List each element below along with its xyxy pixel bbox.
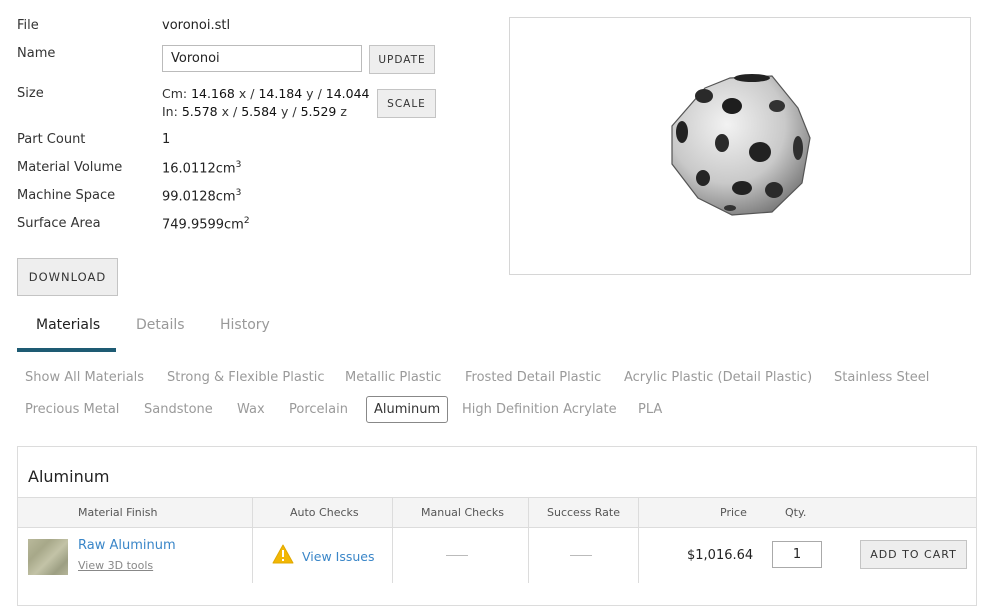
scale-button[interactable]: SCALE	[377, 89, 436, 118]
quantity-input[interactable]	[772, 541, 822, 568]
model-preview[interactable]	[509, 17, 971, 275]
column-divider	[638, 497, 639, 583]
col-qty: Qty.	[785, 506, 807, 519]
raw-aluminum-link[interactable]: Raw Aluminum	[78, 538, 176, 553]
voronoi-model-icon	[671, 74, 811, 216]
manual-checks-dash	[446, 555, 468, 556]
filter-strong-flexible-plastic[interactable]: Strong & Flexible Plastic	[167, 370, 324, 385]
view-3d-tools-link[interactable]: View 3D tools	[78, 559, 153, 572]
tab-details[interactable]: Details	[136, 317, 185, 333]
name-input[interactable]	[162, 45, 362, 72]
filter-precious-metal[interactable]: Precious Metal	[25, 402, 119, 417]
filter-porcelain[interactable]: Porcelain	[289, 402, 348, 417]
size-cm: Cm: 14.168 x / 14.184 y / 14.044	[162, 86, 370, 101]
filter-stainless-steel[interactable]: Stainless Steel	[834, 370, 929, 385]
filter-wax[interactable]: Wax	[237, 402, 265, 417]
surface-area-label: Surface Area	[17, 216, 101, 231]
file-label: File	[17, 18, 39, 33]
tab-history[interactable]: History	[220, 317, 270, 333]
part-count-value: 1	[162, 132, 171, 147]
success-rate-dash	[570, 555, 592, 556]
column-divider	[392, 497, 393, 583]
material-volume-value: 16.0112cm3	[162, 160, 242, 177]
download-button[interactable]: DOWNLOAD	[17, 258, 118, 296]
view-issues-link[interactable]: View Issues	[302, 549, 374, 564]
part-count-label: Part Count	[17, 132, 86, 147]
tab-materials[interactable]: Materials	[36, 317, 100, 333]
panel-title: Aluminum	[28, 467, 110, 486]
col-success-rate: Success Rate	[547, 506, 620, 519]
warning-icon	[272, 544, 294, 564]
col-manual-checks: Manual Checks	[421, 506, 505, 519]
filter-show-all[interactable]: Show All Materials	[25, 370, 144, 385]
material-panel: Aluminum Material Finish Auto Checks Man…	[17, 446, 977, 606]
col-auto-checks: Auto Checks	[290, 506, 359, 519]
filter-aluminum[interactable]: Aluminum	[366, 396, 449, 423]
filter-metallic-plastic[interactable]: Metallic Plastic	[345, 370, 441, 385]
machine-space-label: Machine Space	[17, 188, 116, 203]
column-divider	[528, 497, 529, 583]
size-label: Size	[17, 86, 44, 101]
machine-space-value: 99.0128cm3	[162, 188, 242, 205]
name-label: Name	[17, 46, 56, 61]
aluminum-swatch	[28, 539, 68, 575]
col-material-finish: Material Finish	[78, 506, 158, 519]
filter-frosted-detail-plastic[interactable]: Frosted Detail Plastic	[465, 370, 601, 385]
file-value: voronoi.stl	[162, 18, 231, 33]
material-volume-label: Material Volume	[17, 160, 123, 175]
price-value: $1,016.64	[687, 548, 754, 563]
surface-area-value: 749.9599cm2	[162, 216, 250, 233]
filter-pla[interactable]: PLA	[638, 402, 662, 417]
table-header: Material Finish Auto Checks Manual Check…	[18, 497, 976, 528]
filter-sandstone[interactable]: Sandstone	[144, 402, 213, 417]
update-button[interactable]: UPDATE	[369, 45, 435, 74]
add-to-cart-button[interactable]: ADD TO CART	[860, 540, 967, 569]
col-price: Price	[720, 506, 747, 519]
filter-high-definition-acrylate[interactable]: High Definition Acrylate	[462, 402, 617, 417]
column-divider	[252, 497, 253, 583]
active-tab-indicator	[17, 348, 116, 352]
filter-acrylic-plastic[interactable]: Acrylic Plastic (Detail Plastic)	[624, 370, 812, 385]
size-in: In: 5.578 x / 5.584 y / 5.529 z	[162, 104, 347, 119]
